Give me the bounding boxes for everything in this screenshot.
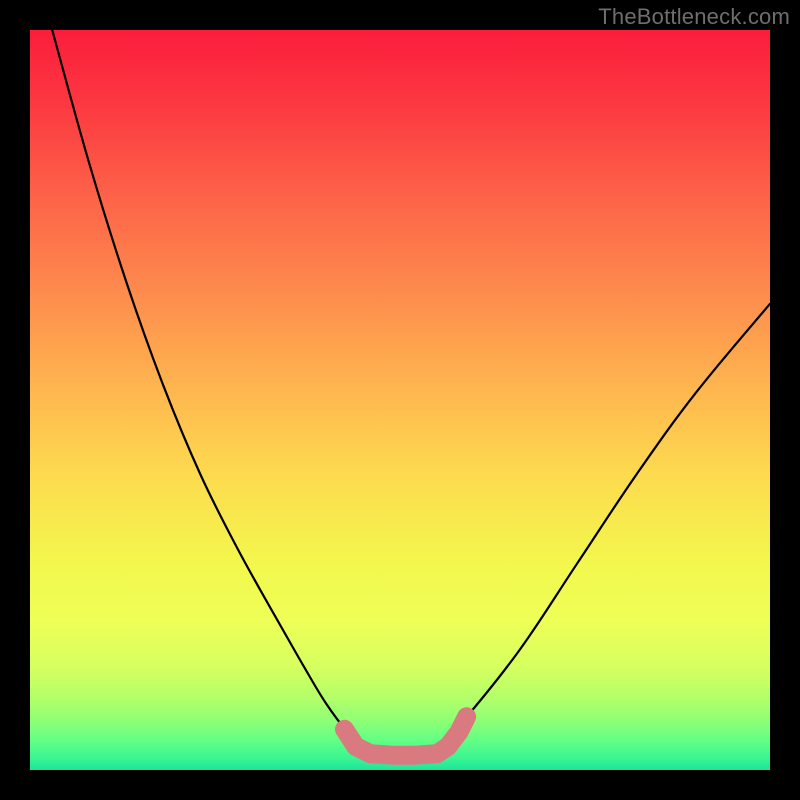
gradient-background (30, 30, 770, 770)
plot-area (30, 30, 770, 770)
chart-container: TheBottleneck.com (0, 0, 800, 800)
watermark-text: TheBottleneck.com (598, 4, 790, 30)
